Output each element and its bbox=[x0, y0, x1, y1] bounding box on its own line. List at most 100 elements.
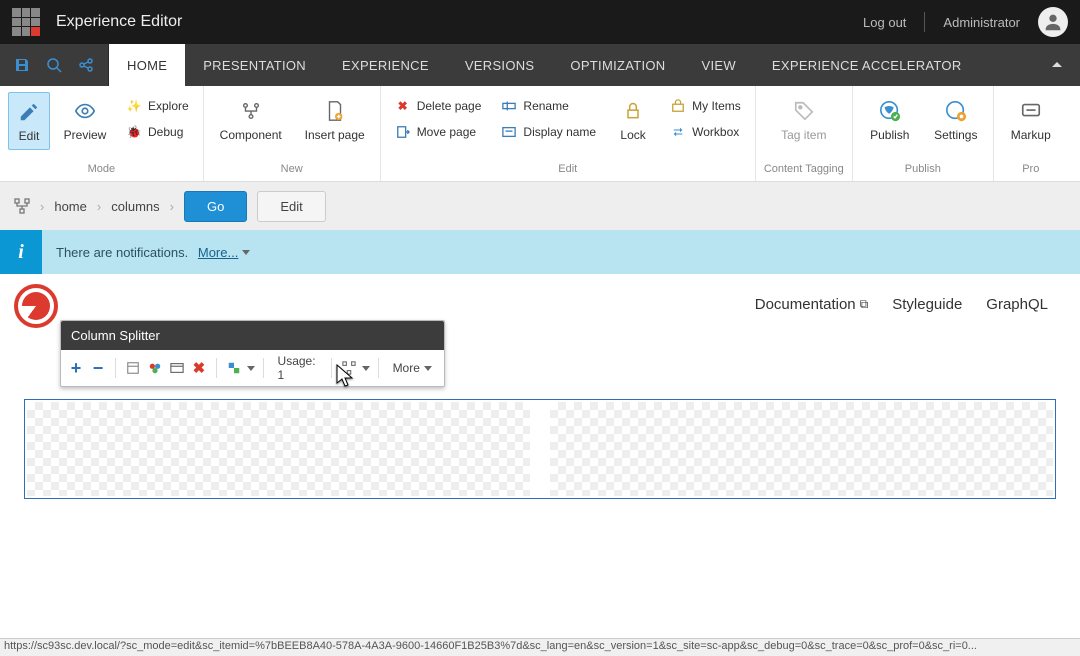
avatar[interactable] bbox=[1038, 7, 1068, 37]
breadcrumb-item-columns[interactable]: columns bbox=[111, 199, 159, 214]
ribbon-group-new: Component Insert page New bbox=[204, 86, 381, 181]
logout-link[interactable]: Log out bbox=[863, 15, 906, 30]
tree-select-icon[interactable] bbox=[340, 357, 358, 379]
debug-button[interactable]: 🐞Debug bbox=[122, 122, 193, 142]
edit-icon bbox=[16, 99, 42, 125]
tab-presentation[interactable]: PRESENTATION bbox=[185, 44, 324, 86]
caret-down-icon[interactable] bbox=[362, 366, 370, 371]
user-name[interactable]: Administrator bbox=[943, 15, 1020, 30]
component-icon bbox=[238, 98, 264, 124]
tab-strip: HOME PRESENTATION EXPERIENCE VERSIONS OP… bbox=[0, 44, 1080, 86]
tag-item-button[interactable]: Tag item bbox=[764, 92, 844, 148]
delete-component-icon[interactable]: ✖ bbox=[190, 357, 208, 379]
tab-versions[interactable]: VERSIONS bbox=[447, 44, 553, 86]
tab-experience[interactable]: EXPERIENCE bbox=[324, 44, 447, 86]
component-chrome-toolbar: + − ✖ Usage: 1 More bbox=[61, 350, 444, 386]
nav-styleguide[interactable]: Styleguide bbox=[892, 296, 962, 313]
delete-icon: ✖ bbox=[395, 98, 411, 114]
share-icon[interactable] bbox=[72, 51, 100, 79]
breadcrumb-item-home[interactable]: home bbox=[54, 199, 87, 214]
workbox-icon: ⮂ bbox=[670, 124, 686, 140]
tab-experience-accelerator[interactable]: EXPERIENCE ACCELERATOR bbox=[754, 44, 980, 86]
add-icon[interactable]: + bbox=[67, 357, 85, 379]
placeholder-column-left[interactable] bbox=[27, 402, 530, 496]
separator bbox=[924, 12, 925, 32]
debug-icon: 🐞 bbox=[126, 124, 142, 140]
save-icon[interactable] bbox=[8, 51, 36, 79]
remove-icon[interactable]: − bbox=[89, 357, 107, 379]
nav-documentation[interactable]: Documentation⧉ bbox=[755, 296, 868, 313]
caret-down-icon[interactable] bbox=[247, 366, 255, 371]
app-logo[interactable] bbox=[12, 8, 40, 36]
chevron-right-icon: › bbox=[170, 199, 174, 214]
move-component-icon[interactable] bbox=[225, 357, 243, 379]
preview-button[interactable]: Preview bbox=[58, 92, 112, 148]
markup-button[interactable]: Markup bbox=[1002, 92, 1060, 148]
delete-page-button[interactable]: ✖Delete page bbox=[391, 96, 486, 116]
tree-icon[interactable] bbox=[14, 198, 30, 214]
lock-button[interactable]: Lock bbox=[610, 92, 656, 148]
placeholder-column-right[interactable] bbox=[550, 402, 1053, 496]
component-button[interactable]: Component bbox=[212, 92, 290, 148]
ribbon-group-mode: Edit Preview ✨Explore 🐞Debug Mode bbox=[0, 86, 204, 181]
rename-icon bbox=[501, 98, 517, 114]
nav-graphql[interactable]: GraphQL bbox=[986, 296, 1048, 313]
preview-icon bbox=[72, 98, 98, 124]
chevron-right-icon: › bbox=[97, 199, 101, 214]
display-name-button[interactable]: Display name bbox=[497, 122, 600, 142]
component-chrome: Column Splitter + − ✖ Usage: 1 More bbox=[60, 320, 445, 387]
move-icon bbox=[395, 124, 411, 140]
collapse-ribbon-icon[interactable] bbox=[1034, 44, 1080, 86]
my-items-icon bbox=[670, 98, 686, 114]
publish-icon bbox=[877, 98, 903, 124]
caret-down-icon bbox=[242, 250, 250, 255]
settings-icon bbox=[943, 98, 969, 124]
personalize-icon[interactable] bbox=[146, 357, 164, 379]
explore-icon: ✨ bbox=[126, 98, 142, 114]
settings-button[interactable]: Settings bbox=[927, 92, 985, 148]
insert-page-icon bbox=[322, 98, 348, 124]
status-bar: https://sc93sc.dev.local/?sc_mode=edit&s… bbox=[0, 638, 1080, 656]
ribbon-group-edit: ✖Delete page Move page Rename Display na… bbox=[381, 86, 756, 181]
site-logo[interactable] bbox=[14, 284, 58, 328]
edit-mode-button[interactable]: Edit bbox=[8, 92, 50, 150]
info-icon: i bbox=[0, 230, 42, 274]
ribbon-group-proofing: Markup Pro bbox=[994, 86, 1068, 181]
go-button[interactable]: Go bbox=[184, 191, 247, 222]
column-splitter-placeholder[interactable] bbox=[24, 399, 1056, 499]
layout-icon[interactable] bbox=[168, 357, 186, 379]
rename-button[interactable]: Rename bbox=[497, 96, 600, 116]
workbox-button[interactable]: ⮂Workbox bbox=[666, 122, 745, 142]
page-content: Documentation⧉ Styleguide GraphQL bbox=[0, 274, 1080, 517]
external-icon: ⧉ bbox=[860, 297, 869, 312]
tab-optimization[interactable]: OPTIMIZATION bbox=[552, 44, 683, 86]
ribbon-group-publish: Publish Settings Publish bbox=[853, 86, 994, 181]
insert-page-button[interactable]: Insert page bbox=[298, 92, 372, 148]
markup-icon bbox=[1018, 98, 1044, 124]
display-name-icon bbox=[501, 124, 517, 140]
ribbon-group-tagging: Tag item Content Tagging bbox=[756, 86, 853, 181]
my-items-button[interactable]: My Items bbox=[666, 96, 745, 116]
lock-icon bbox=[620, 98, 646, 124]
tag-icon bbox=[791, 98, 817, 124]
usage-label: Usage: 1 bbox=[272, 354, 323, 382]
notification-bar: i There are notifications. More... bbox=[0, 230, 1080, 274]
more-button[interactable]: More bbox=[387, 361, 438, 375]
publish-button[interactable]: Publish bbox=[861, 92, 919, 148]
tab-home[interactable]: HOME bbox=[109, 44, 185, 86]
move-page-button[interactable]: Move page bbox=[391, 122, 486, 142]
explore-button[interactable]: ✨Explore bbox=[122, 96, 193, 116]
quick-tools bbox=[0, 44, 109, 86]
datasource-icon[interactable] bbox=[124, 357, 142, 379]
tab-view[interactable]: VIEW bbox=[683, 44, 753, 86]
component-chrome-title: Column Splitter bbox=[61, 321, 444, 350]
breadcrumb-bar: › home › columns › Go Edit bbox=[0, 182, 1080, 230]
chevron-right-icon: › bbox=[40, 199, 44, 214]
notification-more-link[interactable]: More... bbox=[198, 245, 250, 260]
edit-button[interactable]: Edit bbox=[257, 191, 325, 222]
search-icon[interactable] bbox=[40, 51, 68, 79]
notification-text: There are notifications. bbox=[56, 245, 188, 260]
app-header: Experience Editor Log out Administrator bbox=[0, 0, 1080, 44]
caret-down-icon bbox=[424, 366, 432, 371]
ribbon: Edit Preview ✨Explore 🐞Debug Mode Compon… bbox=[0, 86, 1080, 182]
